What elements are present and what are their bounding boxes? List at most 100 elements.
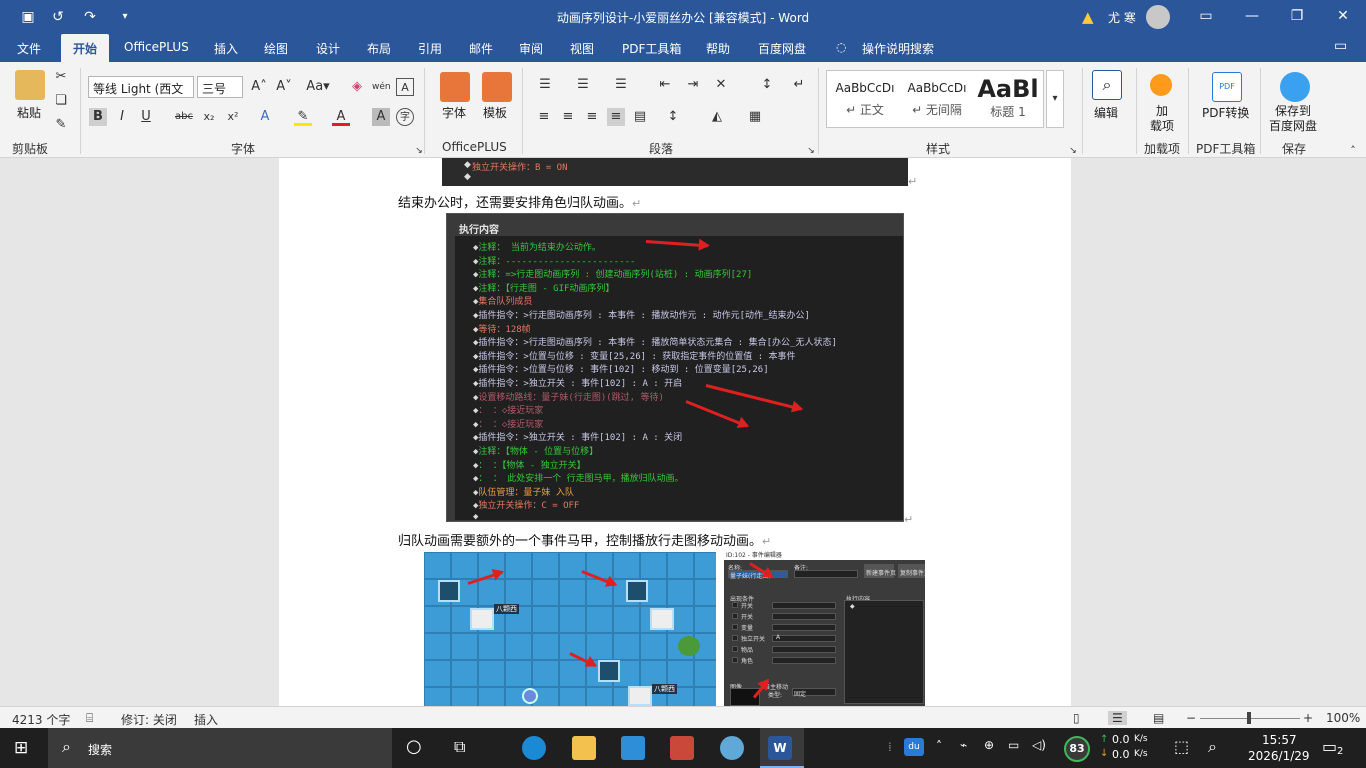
underline-icon[interactable]: U	[137, 108, 155, 126]
tray-expand-icon[interactable]: ˄	[936, 739, 942, 753]
volume-icon[interactable]: ◁)	[1032, 738, 1046, 752]
borders-icon[interactable]: ▦	[746, 108, 764, 126]
word-count[interactable]: 4213 个字	[12, 711, 70, 728]
restore-icon[interactable]: ❐	[1287, 6, 1307, 26]
char-shading-icon[interactable]: A	[372, 108, 390, 126]
text-effects-icon[interactable]: A	[256, 108, 274, 126]
tab-pdf-tools[interactable]: PDF工具箱	[622, 40, 681, 57]
edge-icon[interactable]	[522, 736, 546, 760]
increase-indent-icon[interactable]: ⇥	[684, 76, 702, 94]
ribbon-display-icon[interactable]: ▭	[1196, 6, 1216, 26]
line-spacing-icon[interactable]: ↕	[664, 108, 682, 126]
sort-icon[interactable]: ↕	[758, 76, 776, 94]
user-name[interactable]: 尤 寒	[1108, 9, 1136, 26]
phonetic-guide-icon[interactable]: wén	[372, 78, 391, 96]
italic-icon[interactable]: I	[113, 108, 131, 126]
clock-date[interactable]: 2026/1/29	[1248, 749, 1310, 763]
tray-app-icon[interactable]: ⌕	[1208, 737, 1217, 757]
print-layout-icon[interactable]: ☰	[1108, 711, 1127, 725]
decrease-indent-icon[interactable]: ⇤	[656, 76, 674, 94]
font-size-combo[interactable]: 三号	[197, 76, 243, 98]
grow-font-icon[interactable]: A˄	[250, 78, 268, 96]
proofing-icon[interactable]: ⌸	[86, 711, 93, 726]
styles-more-icon[interactable]: ▾	[1046, 70, 1064, 128]
warning-icon[interactable]: ▲	[1082, 8, 1094, 26]
tab-view[interactable]: 视图	[570, 40, 594, 57]
justify-icon[interactable]: ≡	[607, 108, 625, 126]
style-heading-1[interactable]: AaBl 标题 1	[973, 75, 1043, 125]
tab-baidu-netdisk[interactable]: 百度网盘	[758, 40, 806, 57]
distribute-icon[interactable]: ▤	[631, 108, 649, 126]
paragraph[interactable]: 结束办公时，还需要安排角色归队动画。↵	[398, 192, 641, 211]
bold-icon[interactable]: B	[89, 108, 107, 126]
font-name-combo[interactable]: 等线 Light (西文	[88, 76, 194, 98]
tab-references[interactable]: 引用	[418, 40, 442, 57]
tab-review[interactable]: 审阅	[519, 40, 543, 57]
numbering-icon[interactable]: ☰	[574, 76, 592, 94]
officeplus-template-icon[interactable]	[482, 72, 512, 102]
change-case-icon[interactable]: Aa▾	[304, 78, 332, 96]
tab-draw[interactable]: 绘图	[264, 40, 288, 57]
addins-icon[interactable]	[1150, 74, 1172, 96]
char-border-icon[interactable]: A	[396, 78, 414, 96]
officeplus-template-button[interactable]: 模板	[483, 104, 507, 121]
screenshot-tool-icon[interactable]: ⬚	[1174, 737, 1189, 756]
tab-layout[interactable]: 布局	[367, 40, 391, 57]
zoom-level[interactable]: 100%	[1326, 711, 1360, 725]
word-taskbar-button[interactable]: W	[760, 728, 804, 768]
align-right-icon[interactable]: ≡	[583, 108, 601, 126]
close-icon[interactable]: ✕	[1333, 6, 1353, 26]
cortana-icon[interactable]: ○	[406, 736, 422, 757]
clear-format-icon[interactable]: ◈	[348, 78, 366, 96]
officeplus-font-icon[interactable]	[440, 72, 470, 102]
bullets-icon[interactable]: ☰	[536, 76, 554, 94]
windows-start-icon[interactable]: ⊞	[14, 738, 28, 758]
enclose-char-icon[interactable]: 字	[396, 108, 414, 126]
baidu-netdisk-icon[interactable]	[1280, 72, 1310, 102]
pdf-convert-icon[interactable]: PDF	[1212, 72, 1242, 102]
tab-insert[interactable]: 插入	[214, 40, 238, 57]
tab-design[interactable]: 设计	[316, 40, 340, 57]
tab-home[interactable]: 开始	[61, 34, 110, 62]
battery-icon[interactable]: ▭	[1008, 738, 1019, 752]
game-app-icon[interactable]	[670, 736, 694, 760]
cpu-badge[interactable]: 83	[1064, 736, 1090, 762]
save-to-netdisk-button[interactable]: 保存到 百度网盘	[1269, 104, 1317, 134]
paste-button[interactable]: 粘贴	[17, 104, 41, 121]
tab-help[interactable]: 帮助	[706, 40, 730, 57]
superscript-icon[interactable]: x²	[224, 108, 242, 126]
network-off-icon[interactable]: ⌁	[960, 738, 967, 752]
cut-icon[interactable]: ✂	[52, 68, 70, 86]
baidu-input-icon[interactable]: du	[904, 738, 924, 756]
show-marks-icon[interactable]: ↵	[790, 76, 808, 94]
font-color-icon[interactable]: A	[332, 108, 350, 126]
insert-mode-status[interactable]: 插入	[194, 711, 218, 728]
officeplus-font-button[interactable]: 字体	[442, 104, 466, 121]
avatar[interactable]	[1146, 5, 1170, 29]
edit-button[interactable]: 编辑	[1094, 104, 1118, 121]
zoom-slider-thumb[interactable]	[1247, 712, 1251, 724]
highlight-icon[interactable]: ✎	[294, 108, 312, 126]
globe-icon[interactable]: ⊕	[984, 738, 994, 752]
comments-icon[interactable]: ▭	[1334, 38, 1347, 54]
tell-me-search[interactable]: 操作说明搜索	[862, 40, 934, 57]
taskbar-search-box[interactable]: ⌕ 搜索	[48, 728, 392, 768]
tab-file[interactable]: 文件	[17, 40, 41, 57]
web-layout-icon[interactable]: ▤	[1153, 711, 1164, 725]
pdf-convert-button[interactable]: PDF转换	[1202, 104, 1249, 121]
copy-icon[interactable]: ❏	[52, 92, 70, 110]
align-left-icon[interactable]: ≡	[535, 108, 553, 126]
chinese-layout-icon[interactable]: ✕	[712, 76, 730, 94]
zoom-out-icon[interactable]: −	[1186, 711, 1196, 725]
rpgmaker-icon[interactable]	[720, 736, 744, 760]
track-changes-status[interactable]: 修订: 关闭	[121, 711, 177, 728]
shrink-font-icon[interactable]: A˅	[275, 78, 293, 96]
paragraph[interactable]: 归队动画需要额外的一个事件马甲，控制播放行走图移动动画。↵	[398, 530, 771, 549]
tab-mailings[interactable]: 邮件	[469, 40, 493, 57]
task-view-icon[interactable]: ⧉	[454, 737, 465, 757]
style-normal[interactable]: AaBbCcDı ↵ 正文	[829, 75, 901, 125]
addins-button[interactable]: 加 载项	[1150, 104, 1174, 134]
shading-icon[interactable]: ◭	[708, 108, 726, 126]
find-icon[interactable]: ⌕	[1092, 70, 1122, 100]
minimize-icon[interactable]: —	[1242, 6, 1262, 26]
